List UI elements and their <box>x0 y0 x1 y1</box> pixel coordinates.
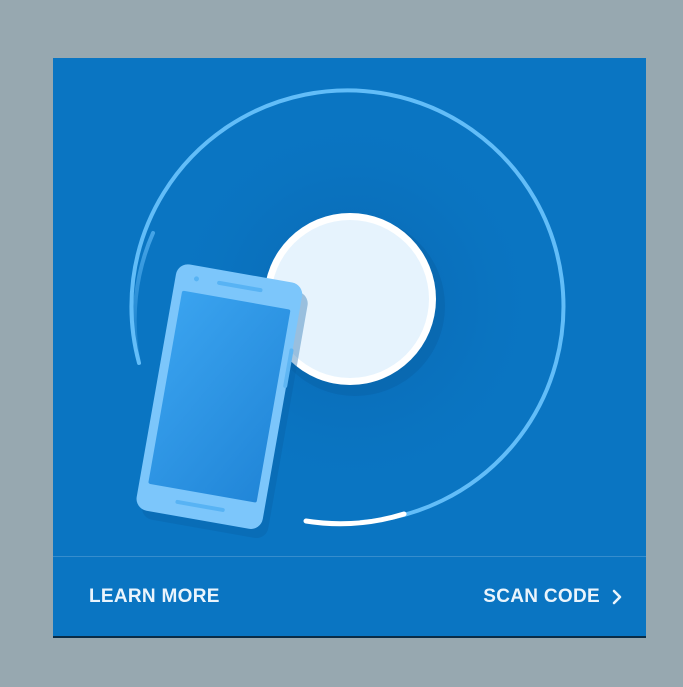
learn-more-button[interactable]: LEARN MORE <box>89 557 220 636</box>
card-actions: LEARN MORE SCAN CODE <box>53 557 646 636</box>
phone-scan-illustration-icon <box>129 88 566 539</box>
phone-icon <box>136 264 308 539</box>
scan-code-button[interactable]: SCAN CODE <box>483 557 622 636</box>
learn-more-label: LEARN MORE <box>89 585 220 607</box>
scan-progress-segment <box>303 511 407 527</box>
scan-card: LEARN MORE SCAN CODE <box>53 58 646 638</box>
chevron-right-icon <box>612 589 622 604</box>
screen-frame: LEARN MORE SCAN CODE <box>0 0 683 687</box>
scan-code-label: SCAN CODE <box>483 585 600 607</box>
